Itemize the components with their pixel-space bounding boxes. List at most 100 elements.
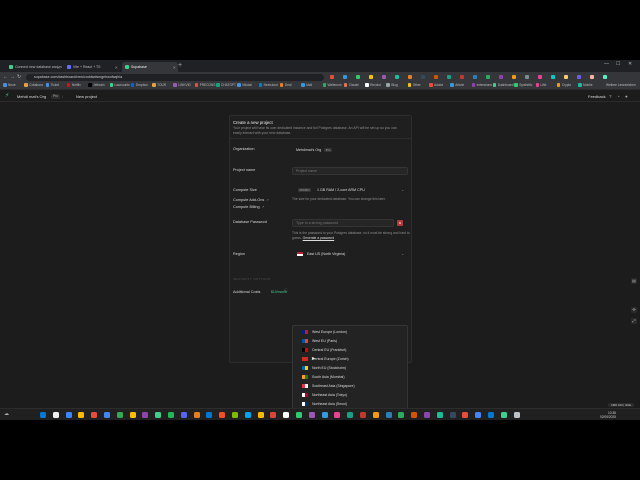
bookmark-item[interactable]: Dashboard (492, 83, 513, 87)
extension-icon[interactable] (408, 75, 412, 79)
security-options-toggle[interactable]: SECURITY OPTIONS (233, 277, 270, 281)
bookmark-item[interactable]: CHATGPT (216, 83, 236, 87)
close-icon[interactable]: ✕ (115, 65, 118, 70)
extension-icon[interactable] (382, 75, 386, 79)
taskbar-app-icon[interactable] (40, 412, 46, 418)
region-option[interactable]: Northeast Asia (Seoul) (293, 399, 407, 408)
taskbar-app-icon[interactable] (360, 412, 366, 418)
taskbar-app-icon[interactable] (449, 412, 456, 418)
region-option[interactable]: Northeast Asia (Tokyo) (293, 390, 407, 399)
taskbar-app-icon[interactable] (475, 412, 482, 418)
extension-icon[interactable] (551, 75, 555, 79)
taskbar-app-icon[interactable] (206, 412, 213, 418)
notifications-icon[interactable]: ◔ (617, 94, 620, 99)
tab-connect[interactable]: Connect new database and m ✕ (6, 62, 62, 72)
extension-icon[interactable] (538, 75, 542, 79)
generate-password-link[interactable]: Generate a password (303, 236, 335, 240)
forward-icon[interactable]: → (10, 74, 15, 80)
close-icon[interactable]: ✕ (173, 65, 176, 70)
bookmark-item[interactable]: PRECONS (194, 83, 215, 87)
bookmark-item[interactable]: Nikolai (237, 83, 252, 87)
taskbar-app-icon[interactable] (411, 412, 418, 418)
extension-icon[interactable] (343, 75, 347, 79)
taskbar-app-icon[interactable] (78, 412, 85, 418)
extension-icon[interactable] (421, 75, 425, 79)
extension-icon[interactable] (512, 75, 516, 79)
taskbar-app-icon[interactable] (334, 412, 341, 418)
extension-icon[interactable] (460, 75, 464, 79)
taskbar-app-icon[interactable] (270, 412, 277, 418)
taskbar-app-icon[interactable] (513, 412, 520, 418)
close-icon[interactable]: ✕ (57, 65, 60, 70)
address-bar[interactable]: supabase.com/dashboard/new/cnddwdsmgehwo… (26, 73, 324, 81)
extension-icon[interactable] (395, 75, 399, 79)
bookmark-item[interactable]: Mobile (578, 83, 592, 87)
bookmark-item[interactable]: Wallenum (322, 83, 342, 87)
extension-icon[interactable] (356, 75, 360, 79)
taskbar-app-icon[interactable] (116, 412, 123, 418)
bookmark-item[interactable]: TOUR (152, 83, 166, 87)
feedback-button[interactable]: Feedback (588, 94, 606, 99)
other-bookmarks[interactable]: Weitere Lesezeichen (606, 83, 636, 87)
compute-addons-label[interactable]: Compute Add-Ons ↗ (233, 198, 269, 202)
bookmark-item[interactable]: Crypto (556, 83, 571, 87)
tab-vite[interactable]: Vite + React + TS ✕ (64, 62, 120, 72)
bookmark-item[interactable]: Netflix (66, 83, 81, 87)
taskbar-app-icon[interactable] (398, 412, 405, 418)
taskbar-app-icon[interactable] (308, 412, 315, 418)
bookmark-item[interactable]: Jetbrain (88, 83, 105, 87)
taskbar-app-icon[interactable] (436, 412, 443, 418)
bookmark-item[interactable]: Deal (279, 83, 291, 87)
extension-icon[interactable] (473, 75, 477, 79)
accessibility-icon[interactable]: ✣ (631, 307, 637, 313)
extension-icon[interactable] (564, 75, 568, 79)
maximize-icon[interactable]: ☐ (616, 61, 620, 67)
taskbar-app-icon[interactable] (180, 412, 187, 418)
bookmark-item[interactable]: Article (450, 83, 464, 87)
project-name-input[interactable] (292, 167, 408, 175)
bookmark-item[interactable]: Nextcloud (258, 83, 278, 87)
bookmark-item[interactable]: Blog (386, 83, 398, 87)
bookmark-item[interactable]: Lifie (535, 83, 546, 87)
region-option[interactable]: West EU (Paris) (293, 337, 407, 346)
taskbar-app-icon[interactable] (244, 412, 251, 418)
user-avatar-icon[interactable]: ● (625, 94, 628, 99)
taskbar-app-icon[interactable] (52, 412, 59, 418)
clock[interactable]: 10:38 02/06/2025 (600, 411, 616, 419)
taskbar-app-icon[interactable] (193, 412, 200, 418)
region-option[interactable]: Central EU (Frankfurt) (293, 346, 407, 355)
bookmark-item[interactable]: Collabora (24, 83, 43, 87)
taskbar-app-icon[interactable] (296, 412, 302, 418)
bookmark-item[interactable]: Neue (3, 83, 16, 87)
taskbar-app-icon[interactable] (321, 412, 328, 418)
taskbar-app-icon[interactable] (104, 412, 110, 418)
bookmark-item[interactable]: Other (407, 83, 421, 87)
extension-icon[interactable] (330, 75, 334, 79)
resize-icon[interactable]: ⤢ (631, 318, 637, 324)
organization-select[interactable]: Mehdimat's Org Pro (292, 146, 408, 154)
reload-icon[interactable]: ↻ (17, 74, 21, 80)
extension-icon[interactable] (447, 75, 451, 79)
region-option[interactable]: North EU (Stockholm) (293, 364, 407, 373)
taskbar-app-icon[interactable] (347, 412, 354, 418)
bookmark-item[interactable]: Ticket (45, 83, 59, 87)
region-option[interactable]: West Europe (London) (293, 328, 407, 337)
extension-icon[interactable] (499, 75, 503, 79)
org-name[interactable]: Mehdi mat's Org (17, 94, 46, 99)
taskbar-app-icon[interactable] (91, 412, 98, 418)
region-select[interactable]: East US (North Virginia) ⌄ (292, 250, 408, 258)
taskbar-app-icon[interactable] (142, 412, 149, 418)
bookmark-item[interactable]: Synthetic (514, 83, 532, 87)
taskbar-app-icon[interactable] (257, 412, 264, 418)
extension-icon[interactable] (369, 75, 373, 79)
back-icon[interactable]: ← (3, 74, 8, 80)
region-option[interactable]: South Asia (Mumbai) (293, 373, 407, 382)
minimize-icon[interactable]: — (604, 61, 609, 67)
taskbar-app-icon[interactable] (65, 412, 72, 418)
bookmark-item[interactable]: Mail (301, 83, 312, 87)
extension-icon[interactable] (525, 75, 529, 79)
region-option[interactable]: Southeast Asia (Singapore) (293, 381, 407, 390)
taskbar-app-icon[interactable] (462, 412, 469, 418)
db-password-input[interactable] (292, 219, 394, 227)
taskbar-app-icon[interactable] (232, 412, 238, 418)
